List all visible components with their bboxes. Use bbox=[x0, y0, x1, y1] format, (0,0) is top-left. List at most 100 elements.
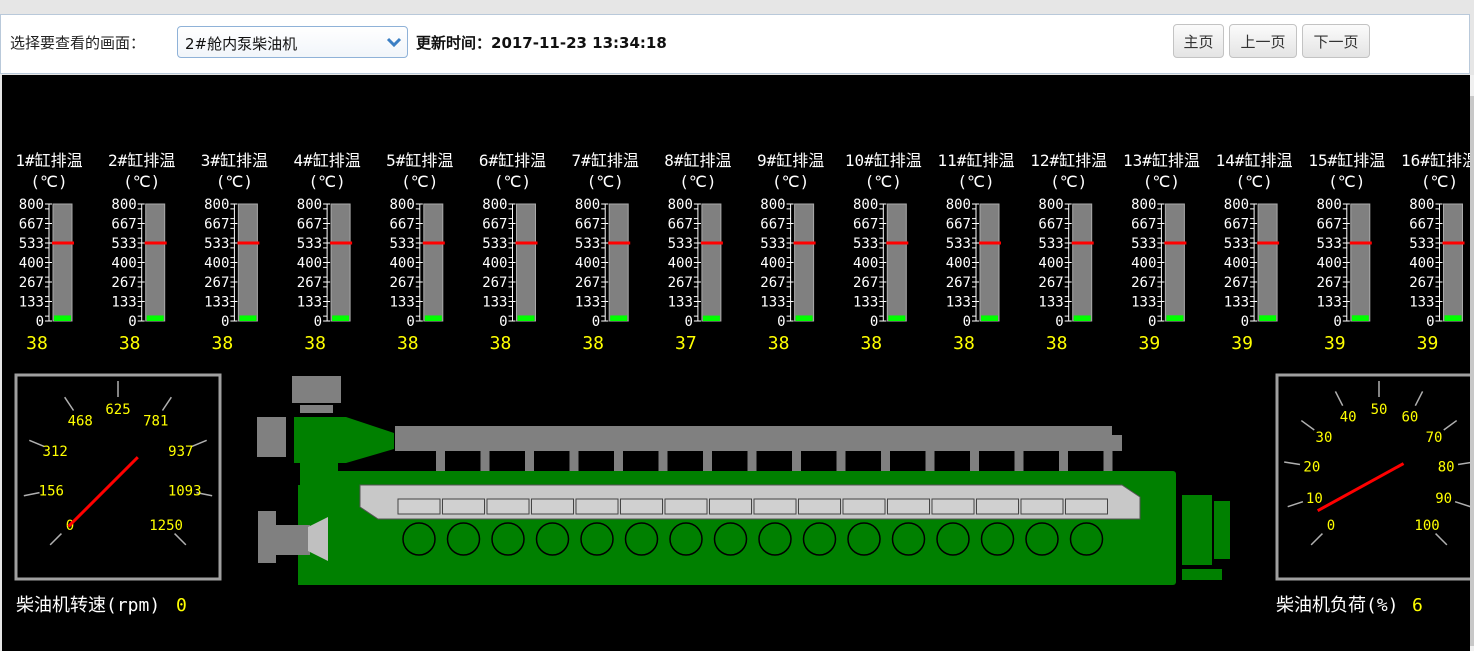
gauge-bar bbox=[1257, 203, 1278, 322]
gauge-scale-label: 533 bbox=[297, 236, 322, 252]
gauge-unit: (℃) bbox=[865, 172, 902, 191]
gauge-value: 38 bbox=[860, 333, 882, 354]
gauge-scale-label: 667 bbox=[853, 217, 878, 233]
gauge-scale-label: 800 bbox=[1409, 197, 1434, 213]
cylinder-head bbox=[1065, 498, 1108, 515]
gauge-scale-label: 667 bbox=[482, 217, 507, 233]
gauge-bar bbox=[794, 203, 815, 322]
gauge-scale-label: 0 bbox=[406, 314, 414, 330]
gauge-scale-label: 533 bbox=[390, 236, 415, 252]
gauge-scale-label: 400 bbox=[853, 256, 878, 272]
gauge-level bbox=[1259, 315, 1277, 321]
load-dial-tick-label: 50 bbox=[1371, 402, 1388, 418]
gauge-bar bbox=[1072, 203, 1093, 322]
gauge-scale-label: 0 bbox=[499, 314, 507, 330]
gauge-value: 38 bbox=[953, 333, 975, 354]
exhaust-temp-gauge: 8#缸排温 (℃) 800 667 533 400 267 133 0 37 bbox=[664, 151, 731, 354]
exhaust-temp-gauge: 2#缸排温 (℃) 800 667 533 400 267 133 0 38 bbox=[108, 151, 175, 354]
gauge-scale-label: 667 bbox=[204, 217, 229, 233]
gauge-title: 10#缸排温 bbox=[845, 151, 922, 170]
exhaust-pipe bbox=[436, 451, 445, 473]
gauge-level bbox=[239, 315, 257, 321]
gauge-scale-label: 533 bbox=[575, 236, 600, 252]
gauge-level bbox=[1073, 315, 1091, 321]
gauge-level bbox=[795, 315, 813, 321]
gauge-level bbox=[1351, 315, 1369, 321]
cylinder-head bbox=[664, 498, 708, 515]
next-page-button[interactable]: 下一页 bbox=[1302, 24, 1370, 58]
gauge-scale-label: 400 bbox=[482, 256, 507, 272]
load-dial-tick-label: 10 bbox=[1306, 491, 1323, 507]
rpm-dial-tick-label: 312 bbox=[43, 444, 68, 460]
gauge-scale-label: 267 bbox=[1224, 275, 1249, 291]
load-dial-tick-label: 0 bbox=[1327, 518, 1335, 534]
gauge-scale-label: 0 bbox=[592, 314, 600, 330]
gauge-scale-label: 400 bbox=[1038, 256, 1063, 272]
gauge-value: 38 bbox=[1046, 333, 1068, 354]
gauge-unit: (℃) bbox=[587, 172, 624, 191]
gauge-level bbox=[424, 315, 442, 321]
gauge-scale-label: 533 bbox=[1409, 236, 1434, 252]
load-dial-value: 6 bbox=[1412, 595, 1423, 616]
gauge-scale-label: 400 bbox=[760, 256, 785, 272]
gauge-scale-label: 667 bbox=[1317, 217, 1342, 233]
gauge-scale-label: 533 bbox=[19, 236, 44, 252]
gauge-scale-label: 667 bbox=[111, 217, 136, 233]
gauge-level bbox=[702, 315, 720, 321]
gauge-scale-label: 400 bbox=[946, 256, 971, 272]
rpm-dial-value: 0 bbox=[176, 595, 187, 616]
turbo-outlet bbox=[346, 417, 394, 463]
prev-page-button[interactable]: 上一页 bbox=[1229, 24, 1297, 58]
gauge-scale-label: 267 bbox=[111, 275, 136, 291]
rpm-dial-label: 柴油机转速(rpm) bbox=[16, 595, 160, 616]
scrollbar-thumb[interactable] bbox=[1470, 96, 1474, 646]
chevron-down-icon[interactable] bbox=[381, 27, 407, 57]
gauge-unit: (℃) bbox=[308, 172, 345, 191]
gauge-level bbox=[981, 315, 998, 321]
exhaust-temp-gauge: 7#缸排温 (℃) 800 667 533 400 267 133 0 38 bbox=[572, 151, 639, 354]
cylinder-head bbox=[575, 498, 619, 515]
gauge-title: 4#缸排温 bbox=[293, 151, 360, 170]
gauge-scale-label: 800 bbox=[853, 197, 878, 213]
gauge-scale-label: 267 bbox=[946, 275, 971, 291]
gauge-scale-label: 533 bbox=[482, 236, 507, 252]
gauge-value: 37 bbox=[675, 333, 697, 354]
exhaust-pipe bbox=[836, 451, 846, 473]
gauge-title: 2#缸排温 bbox=[108, 151, 175, 170]
gauge-scale-label: 800 bbox=[1131, 197, 1156, 213]
gauge-scale-label: 133 bbox=[204, 295, 229, 311]
gauge-unit: (℃) bbox=[1050, 172, 1087, 191]
gauge-scale-label: 133 bbox=[853, 295, 878, 311]
turbo-neck bbox=[300, 405, 333, 413]
exhaust-manifold bbox=[395, 426, 1112, 451]
gauge-scale-label: 533 bbox=[668, 236, 693, 252]
exhaust-temp-gauge: 13#缸排温 (℃) 800 667 533 400 267 133 0 39 bbox=[1123, 151, 1200, 354]
gauge-unit: (℃) bbox=[216, 172, 253, 191]
gauge-title: 7#缸排温 bbox=[572, 151, 639, 170]
exhaust-pipe bbox=[1103, 451, 1113, 473]
view-select-value: 2#舱内泵柴油机 bbox=[185, 35, 298, 53]
cylinder-head bbox=[709, 498, 752, 515]
gauge-scale-label: 533 bbox=[1131, 236, 1156, 252]
exhaust-pipe bbox=[703, 451, 712, 473]
rpm-dial-tick-label: 1093 bbox=[168, 483, 202, 499]
gauge-scale-label: 133 bbox=[1224, 295, 1249, 311]
gauge-scale-label: 400 bbox=[1317, 256, 1342, 272]
exhaust-pipe bbox=[1014, 451, 1024, 473]
exhaust-temp-gauge: 3#缸排温 (℃) 800 667 533 400 267 133 0 38 bbox=[201, 151, 268, 354]
cylinder-head bbox=[976, 498, 1019, 515]
gauge-bar bbox=[330, 203, 351, 322]
home-button[interactable]: 主页 bbox=[1173, 24, 1224, 58]
view-select[interactable]: 2#舱内泵柴油机 bbox=[177, 26, 408, 58]
gauge-scale-label: 400 bbox=[297, 256, 322, 272]
exhaust-temp-gauge: 10#缸排温 (℃) 800 667 533 400 267 133 0 38 bbox=[845, 151, 922, 354]
gauge-unit: (℃) bbox=[1328, 172, 1365, 191]
exhaust-pipe bbox=[525, 451, 534, 473]
gauge-scale-label: 667 bbox=[297, 217, 322, 233]
gauge-scale-label: 267 bbox=[1131, 275, 1156, 291]
gauge-scale-label: 133 bbox=[297, 295, 322, 311]
cylinder-head bbox=[531, 498, 574, 515]
gauge-title: 5#缸排温 bbox=[386, 151, 453, 170]
exhaust-temp-gauge: 11#缸排温 (℃) 800 667 533 400 267 133 0 38 bbox=[938, 151, 1015, 354]
cylinder-head bbox=[842, 498, 886, 515]
